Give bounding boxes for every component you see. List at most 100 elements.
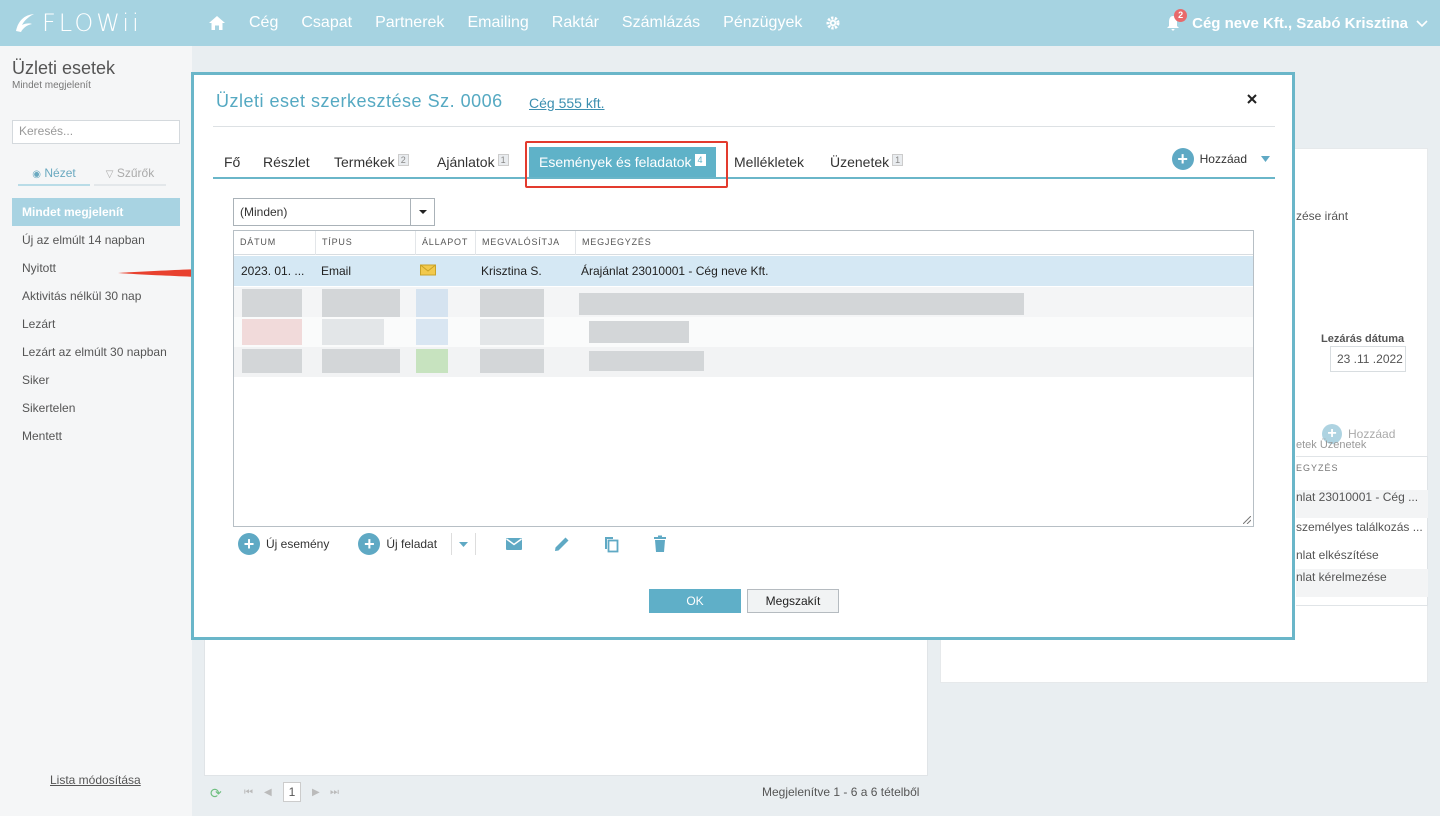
- nav-item-partnerek[interactable]: Partnerek: [375, 14, 444, 32]
- edit-icon[interactable]: [552, 534, 572, 554]
- column-note[interactable]: MEGJEGYZÉS: [575, 231, 1253, 255]
- trash-icon[interactable]: [650, 534, 670, 554]
- copy-icon[interactable]: [601, 534, 621, 554]
- tab-filters-label: Szűrők: [116, 166, 155, 180]
- nav-item-penzugyek[interactable]: Pénzügyek: [723, 14, 802, 32]
- gear-icon[interactable]: [825, 15, 841, 31]
- new-task-label: Új feladat: [386, 537, 438, 551]
- new-task-button[interactable]: + Új feladat: [358, 533, 437, 555]
- sidebar-list: Mindet megjelenít Új az elmúlt 14 napban…: [12, 198, 180, 450]
- pager-last-icon[interactable]: ⏭: [330, 787, 339, 798]
- blurred-cell: [322, 349, 400, 373]
- caret-down-icon: [419, 210, 427, 214]
- new-event-button[interactable]: + Új esemény: [238, 533, 329, 555]
- column-type[interactable]: TÍPUS: [315, 231, 415, 255]
- tab-badge: 2: [397, 154, 409, 166]
- background-main-panel: [204, 630, 928, 776]
- pager-info: Megjelenítve 1 - 6 a 6 tételből: [762, 785, 920, 799]
- notifications-bell[interactable]: 2: [1166, 9, 1188, 31]
- tab-filters[interactable]: ▽ Szűrők: [94, 164, 166, 186]
- tab-products[interactable]: Termékek 2: [334, 147, 409, 177]
- column-status[interactable]: ÁLLAPOT: [415, 231, 475, 255]
- email-icon[interactable]: [504, 534, 524, 554]
- sidebar-item-success[interactable]: Siker: [12, 366, 180, 394]
- blurred-cell: [242, 319, 302, 345]
- pager-next-icon[interactable]: ▶: [312, 787, 320, 798]
- new-task-dropdown[interactable]: [451, 533, 477, 555]
- sidebar-item-failed[interactable]: Sikertelen: [12, 394, 180, 422]
- background-row: személyes találkozás ...: [1296, 520, 1423, 534]
- sidebar-item-new-14-days[interactable]: Új az elmúlt 14 napban: [12, 226, 180, 254]
- sidebar-item-saved[interactable]: Mentett: [12, 422, 180, 450]
- blurred-cell: [480, 289, 544, 317]
- tab-badge: 1: [892, 154, 904, 166]
- flowii-logo[interactable]: FLOWii: [12, 9, 192, 37]
- nav-item-raktar[interactable]: Raktár: [552, 14, 599, 32]
- blurred-cell: [322, 319, 384, 345]
- background-row: nlat elkészítése: [1296, 548, 1379, 562]
- sidebar-item-closed-30[interactable]: Lezárt az elmúlt 30 napban: [12, 338, 180, 366]
- user-menu[interactable]: 2 Cég neve Kft., Szabó Krisztina: [1166, 0, 1428, 46]
- modal-title: Üzleti eset szerkesztése Sz. 0006: [216, 91, 503, 111]
- event-filter-select[interactable]: (Minden): [233, 198, 435, 226]
- sidebar-tabs: ◉ Nézet ▽ Szűrők: [18, 164, 166, 186]
- notification-count-badge: 2: [1174, 9, 1188, 22]
- tab-offers[interactable]: Ajánlatok 1: [437, 147, 509, 177]
- nav-item-ceg[interactable]: Cég: [249, 14, 278, 32]
- tab-label: Fő: [224, 154, 241, 170]
- blurred-cell: [589, 351, 704, 371]
- nav-item-emailing[interactable]: Emailing: [467, 14, 528, 32]
- plus-icon: +: [238, 533, 260, 555]
- tab-main[interactable]: Fő: [224, 147, 240, 177]
- main-nav: Cég Csapat Partnerek Emailing Raktár Szá…: [208, 14, 841, 32]
- pager-page-input[interactable]: 1: [283, 782, 301, 802]
- modal-divider: [213, 126, 1275, 127]
- tab-badge: 1: [497, 154, 509, 166]
- ok-button[interactable]: OK: [649, 589, 741, 613]
- blurred-cell: [416, 349, 448, 373]
- close-date-field[interactable]: 23 .11 .2022: [1330, 346, 1406, 372]
- blurred-cell: [416, 319, 448, 345]
- pager-first-icon[interactable]: ⏮: [244, 787, 253, 798]
- sidebar-item-show-all[interactable]: Mindet megjelenít: [12, 198, 180, 226]
- column-assignee[interactable]: MEGVALÓSÍTJA: [475, 231, 575, 255]
- company-link[interactable]: Cég 555 kft.: [529, 95, 605, 111]
- refresh-icon[interactable]: ⟳: [210, 785, 222, 802]
- add-button[interactable]: + Hozzáad: [1171, 148, 1270, 170]
- tab-messages[interactable]: Üzenetek 1: [830, 147, 904, 177]
- table-row[interactable]: 2023. 01. ... Email Krisztina S. Árajánl…: [234, 256, 1253, 286]
- tab-attachments[interactable]: Mellékletek: [734, 147, 804, 177]
- sidebar-item-closed[interactable]: Lezárt: [12, 310, 180, 338]
- home-icon[interactable]: [208, 14, 226, 32]
- tab-details[interactable]: Részlet: [263, 147, 310, 177]
- close-icon[interactable]: [1246, 93, 1258, 105]
- resize-handle-icon[interactable]: [1243, 516, 1251, 524]
- dropdown-arrow[interactable]: [410, 199, 434, 225]
- cell-note: Árajánlat 23010001 - Cég neve Kft.: [581, 264, 769, 278]
- background-interest-text: zése iránt: [1296, 209, 1349, 223]
- blurred-cell: [480, 319, 544, 345]
- filter-icon: ▽: [105, 169, 114, 180]
- sidebar-title: Üzleti esetek: [12, 58, 116, 78]
- cell-date: 2023. 01. ...: [241, 264, 305, 278]
- nav-item-csapat[interactable]: Csapat: [301, 14, 352, 32]
- background-row: nlat 23010001 - Cég ...: [1296, 490, 1428, 518]
- blurred-cell: [242, 349, 302, 373]
- column-date[interactable]: DÁTUM: [234, 231, 315, 255]
- chevron-down-icon[interactable]: [1261, 156, 1270, 162]
- edit-list-link[interactable]: Lista módosítása: [50, 773, 141, 787]
- chevron-down-icon[interactable]: [1416, 17, 1428, 29]
- blurred-cell: [322, 289, 400, 317]
- background-row: nlat kérelmezése: [1296, 569, 1428, 597]
- tab-view[interactable]: ◉ Nézet: [18, 164, 90, 186]
- sidebar: Üzleti esetek Mindet megjelenít Keresés.…: [0, 46, 192, 816]
- search-input[interactable]: Keresés...: [12, 120, 180, 144]
- user-name[interactable]: Cég neve Kft., Szabó Krisztina: [1192, 15, 1408, 32]
- nav-item-szamlazas[interactable]: Számlázás: [622, 14, 700, 32]
- new-event-label: Új esemény: [266, 537, 330, 551]
- top-navigation-bar: FLOWii Cég Csapat Partnerek Emailing Rak…: [0, 0, 1440, 46]
- blurred-cell: [589, 321, 689, 343]
- pager-prev-icon[interactable]: ◀: [264, 787, 272, 798]
- add-label: Hozzáad: [1199, 152, 1247, 166]
- cancel-button[interactable]: Megszakít: [747, 589, 839, 613]
